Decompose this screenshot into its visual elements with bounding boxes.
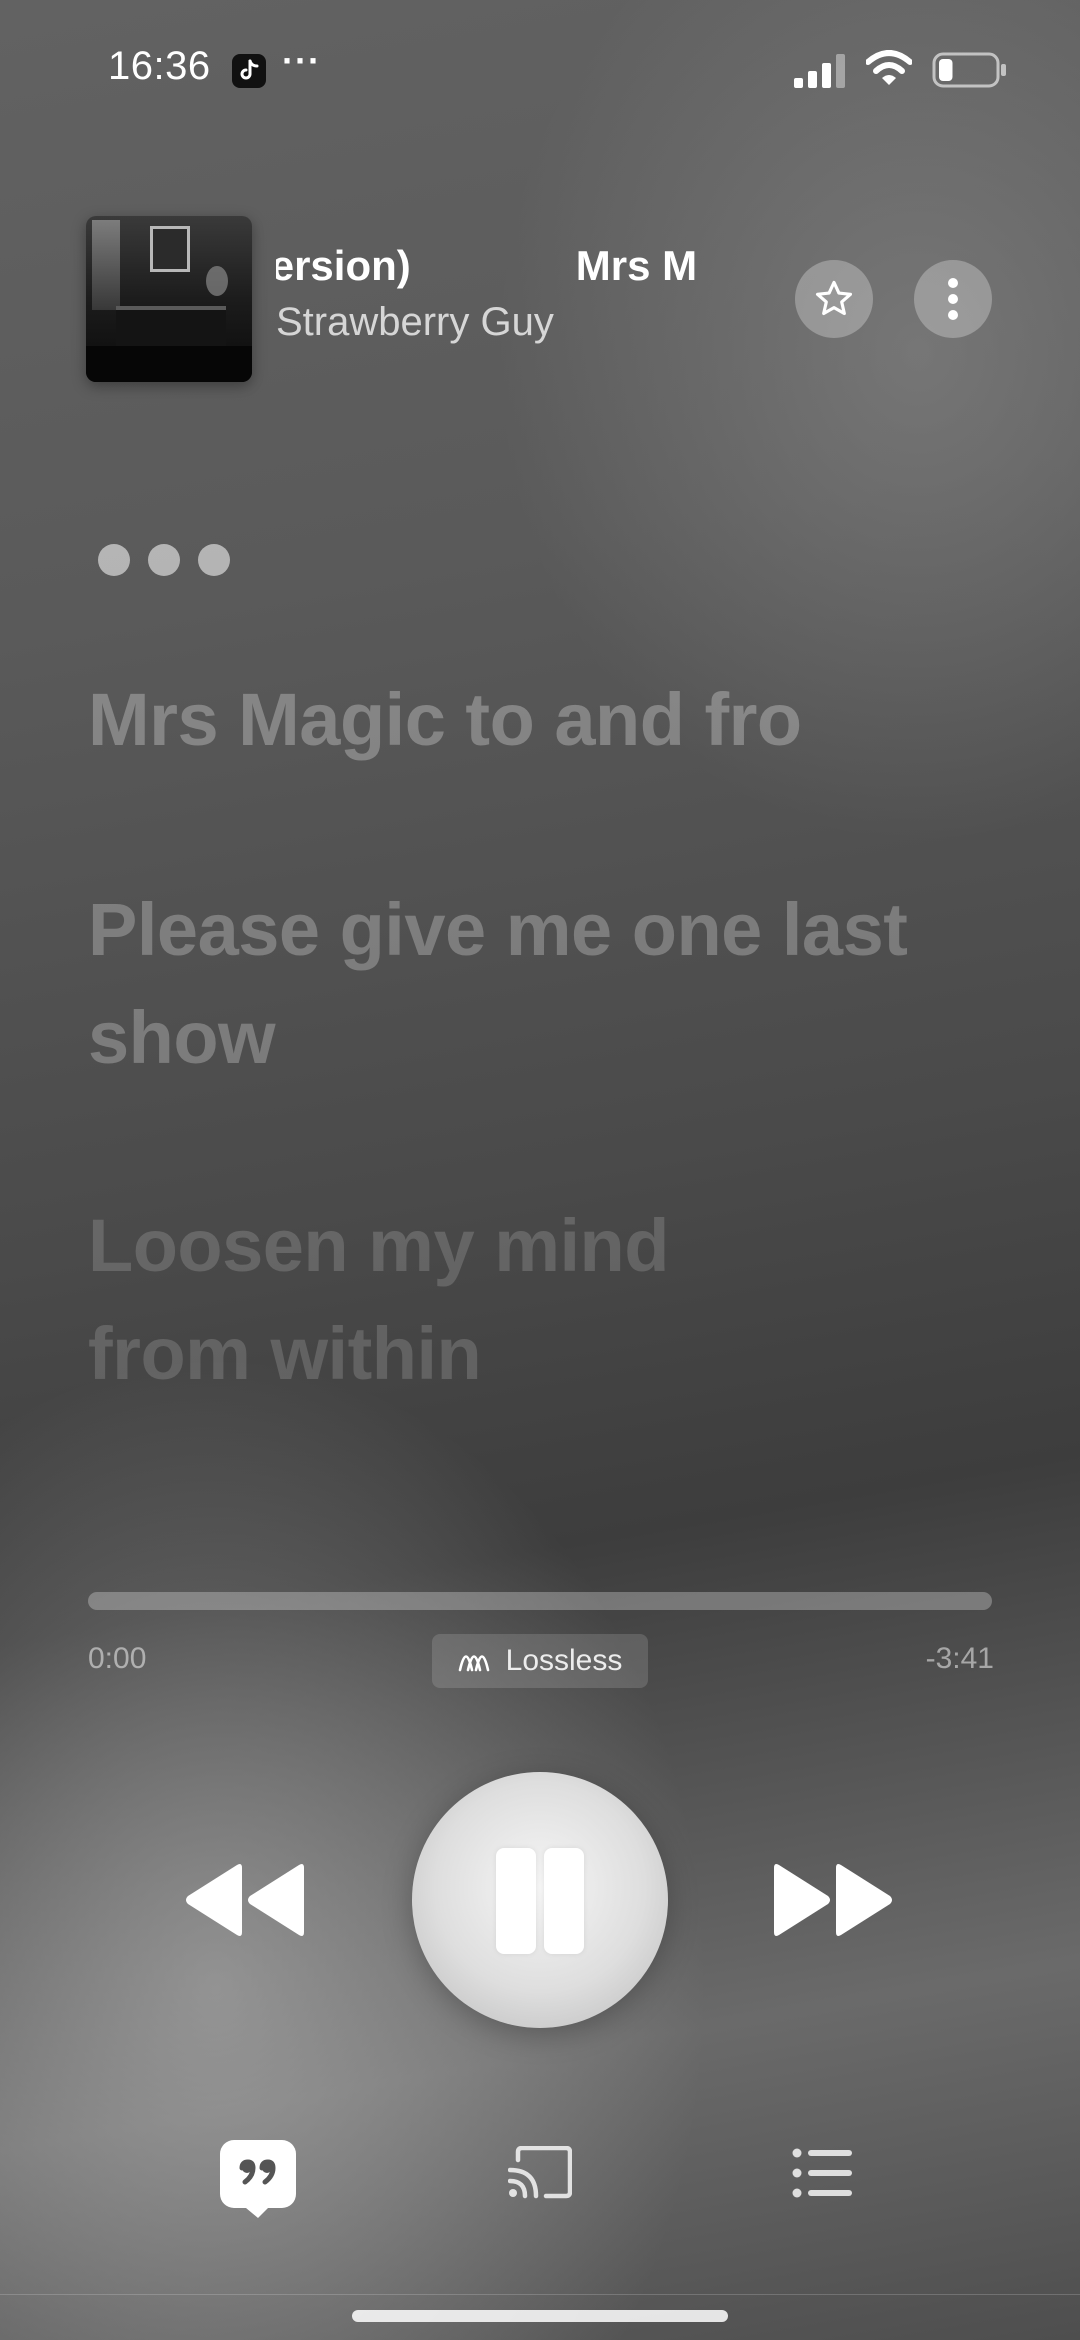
artwork-floor [86,346,252,382]
more-options-button[interactable] [914,260,992,338]
dot [198,544,230,576]
artist-name[interactable]: Strawberry Guy [276,300,554,345]
song-title-fragment-end: Mrs M [575,242,698,289]
now-playing-screen: 16:36 ··· ersion) Mrs M Strawberry Guy M… [0,0,1080,2340]
star-icon [815,280,853,316]
artwork-window [92,220,120,310]
lyrics-icon[interactable] [218,2138,298,2218]
pause-icon [496,1848,536,1954]
lyric-line[interactable]: Mrs Magic to and fro [88,666,988,774]
song-title-marquee[interactable]: s Version) Mrs M [276,240,746,296]
tiktok-icon [232,54,266,88]
song-title-fragment-start: s Version) [276,242,411,289]
lossless-badge[interactable]: Lossless [432,1634,648,1688]
favorite-button[interactable] [795,260,873,338]
pause-button[interactable] [412,1772,668,2028]
progress-scrubber[interactable] [88,1592,992,1610]
album-artwork[interactable] [86,216,252,382]
queue-list-icon[interactable] [792,2148,854,2198]
lossless-wave-icon [458,1655,489,1672]
lossless-label: Lossless [505,1644,623,1677]
elapsed-time: 0:00 [88,1642,147,1675]
signal-icon [794,54,845,88]
song-title: s Version) Mrs M [276,242,697,290]
artwork-picture-frame [150,226,190,272]
lyrics-waiting-dots [98,544,230,576]
status-more-indicator: ··· [282,40,321,81]
battery-icon [932,52,1006,88]
remaining-time: -3:41 [925,1642,994,1675]
dot [148,544,180,576]
artwork-lamp [206,266,228,296]
divider [0,2294,1080,2295]
lyric-line[interactable]: Loosen my mind from within [88,1192,848,1408]
home-indicator[interactable] [352,2310,728,2322]
lyric-line[interactable]: Please give me one last show [88,876,968,1092]
airplay-cast-icon[interactable] [508,2146,572,2202]
dot [98,544,130,576]
status-time: 16:36 [108,44,211,88]
more-vertical-icon [948,278,958,320]
wifi-icon [866,50,912,85]
rewind-icon[interactable] [182,1862,308,1938]
pause-icon [544,1848,584,1954]
status-bar: 16:36 ··· [0,0,1080,140]
fast-forward-icon[interactable] [770,1862,896,1938]
